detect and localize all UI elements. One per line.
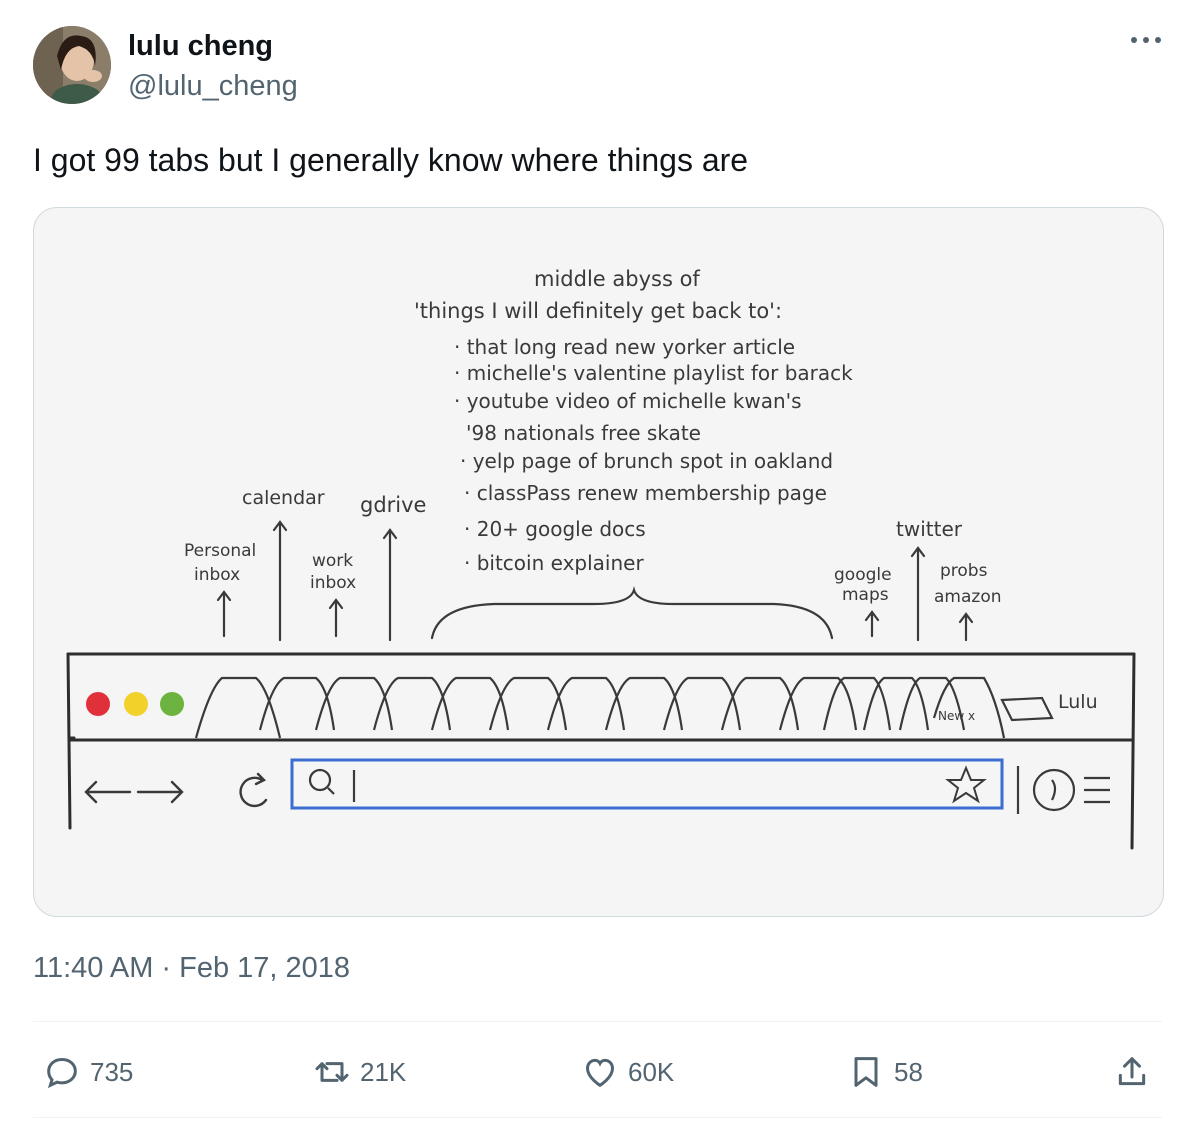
- minimize-traffic-light: [124, 692, 148, 716]
- tweet-timestamp[interactable]: 11:40 AM · Feb 17, 2018: [33, 952, 350, 985]
- label-personal-inbox: Personal: [184, 541, 256, 561]
- nav-icons: [84, 772, 268, 808]
- avatar-photo: [33, 26, 111, 104]
- retweet-icon: [315, 1062, 349, 1082]
- forward-arrow-icon: [136, 780, 184, 804]
- bookmark-count: 58: [894, 1056, 923, 1087]
- author-handle[interactable]: @lulu_cheng: [128, 70, 298, 103]
- label-google-maps: maps: [842, 585, 889, 605]
- address-bar: [290, 758, 1004, 810]
- retweet-button[interactable]: 21K: [312, 1050, 406, 1094]
- abyss-list: · that long read new yorker article · mi…: [454, 335, 853, 575]
- back-arrow-icon: [84, 780, 132, 804]
- reply-count: 735: [90, 1056, 134, 1087]
- search-icon: [308, 768, 356, 802]
- abyss-item: · youtube video of michelle kwan's: [454, 389, 802, 413]
- reload-icon: [239, 772, 268, 808]
- abyss-item: '98 nationals free skate: [466, 421, 701, 445]
- new-tab-label: New x: [938, 709, 975, 723]
- abyss-item: · bitcoin explainer: [464, 551, 644, 575]
- label-google-maps: google: [834, 565, 892, 585]
- bookmark-button[interactable]: 58: [846, 1050, 923, 1094]
- reply-icon: [47, 1057, 77, 1089]
- label-calendar: calendar: [242, 487, 325, 509]
- star-icon: [945, 765, 987, 804]
- abyss-item: · yelp page of brunch spot in oakland: [460, 449, 833, 473]
- profile-label: Lulu: [1058, 691, 1098, 713]
- tab-strip: [194, 676, 1054, 739]
- maximize-traffic-light: [160, 692, 184, 716]
- reply-button[interactable]: 735: [42, 1050, 133, 1094]
- heart-icon: [585, 1058, 615, 1088]
- retweet-count: 21K: [360, 1056, 407, 1087]
- more-options-icon[interactable]: [1128, 30, 1164, 50]
- bookmark-icon: [854, 1057, 878, 1087]
- label-gdrive: gdrive: [360, 493, 426, 517]
- toolbar-right-icons: [1016, 766, 1110, 814]
- abyss-item: · 20+ google docs: [464, 517, 646, 541]
- label-personal-inbox: inbox: [194, 565, 240, 585]
- label-work-inbox: work: [312, 551, 353, 571]
- label-work-inbox: inbox: [310, 573, 356, 593]
- divider: [33, 1021, 1162, 1022]
- browser-frame: [66, 652, 1136, 850]
- browser-tabs-drawing: middle abyss of 'things I will definitel…: [66, 267, 1136, 850]
- label-twitter: twitter: [896, 517, 963, 541]
- menu-icon: [1084, 776, 1110, 804]
- like-button[interactable]: 60K: [580, 1050, 674, 1094]
- abyss-item: · classPass renew membership page: [464, 481, 827, 505]
- like-count: 60K: [628, 1056, 675, 1087]
- divider: [33, 1117, 1162, 1118]
- close-traffic-light: [86, 692, 110, 716]
- heading-line-1: middle abyss of: [534, 267, 700, 291]
- abyss-item: · that long read new yorker article: [454, 335, 795, 359]
- tweet-image[interactable]: middle abyss of 'things I will definitel…: [33, 207, 1164, 917]
- label-probs-amazon: probs: [940, 561, 988, 581]
- share-button[interactable]: [1112, 1050, 1152, 1094]
- heading-line-2: 'things I will definitely get back to':: [414, 299, 782, 323]
- author-display-name[interactable]: lulu cheng: [128, 30, 273, 63]
- abyss-item: · michelle's valentine playlist for bara…: [454, 361, 853, 385]
- label-probs-amazon: amazon: [934, 587, 1002, 607]
- tweet-text: I got 99 tabs but I generally know where…: [33, 142, 749, 178]
- avatar[interactable]: [33, 26, 111, 104]
- share-icon: [1118, 1057, 1146, 1086]
